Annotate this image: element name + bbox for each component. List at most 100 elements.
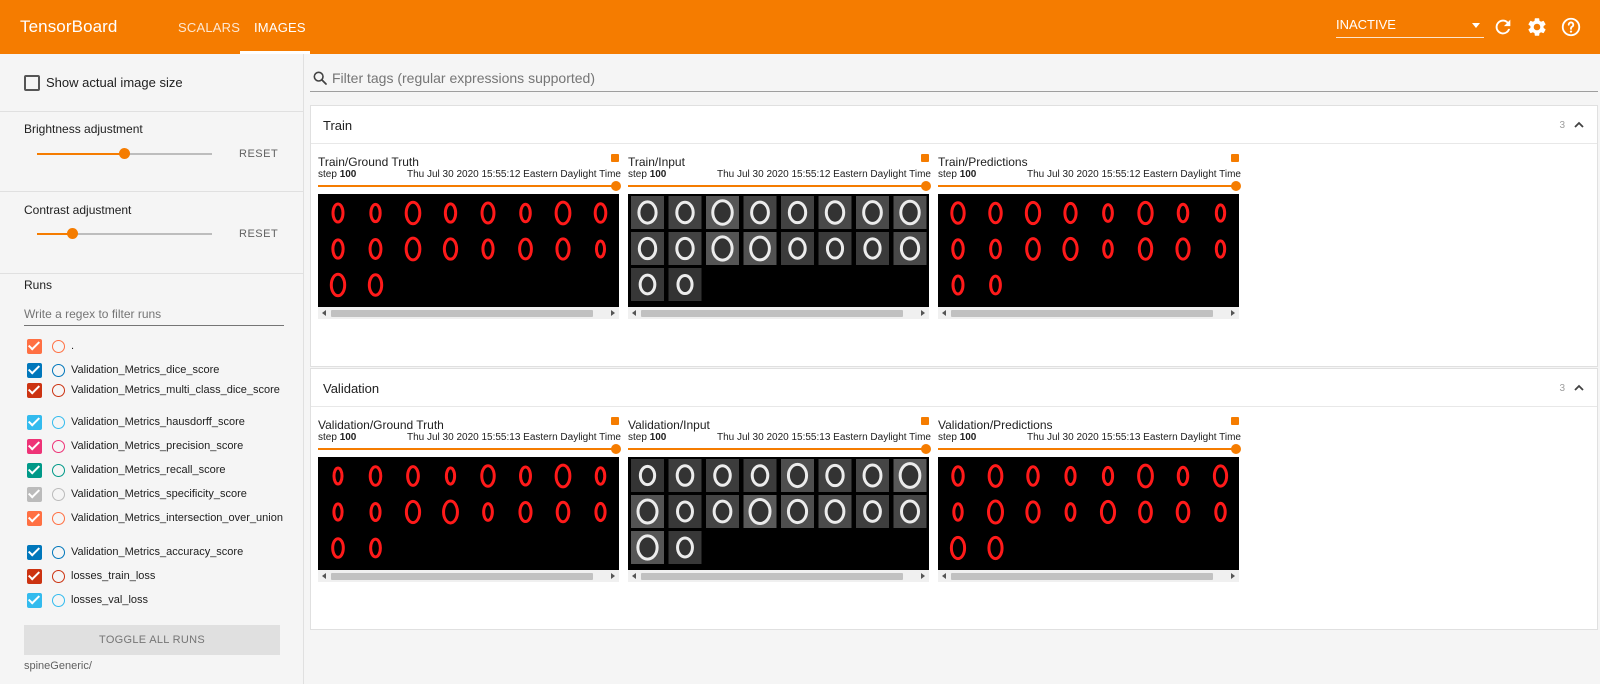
run-checkbox[interactable] (27, 363, 42, 378)
segmentation-mask (518, 500, 533, 524)
segmentation-mask (367, 273, 384, 297)
run-item[interactable]: Validation_Metrics_intersection_over_uni… (24, 508, 284, 528)
scroll-left-icon[interactable] (322, 573, 326, 579)
run-item[interactable]: Validation_Metrics_specificity_score (24, 484, 284, 504)
step-slider[interactable] (938, 444, 1241, 454)
help-icon[interactable] (1560, 16, 1582, 38)
run-checkbox[interactable] (27, 415, 42, 430)
segmentation-mask (331, 537, 345, 559)
run-item[interactable]: Validation_Metrics_multi_class_dice_scor… (24, 380, 284, 400)
horizontal-scrollbar[interactable] (938, 570, 1239, 582)
scroll-right-icon[interactable] (611, 573, 615, 579)
scroll-left-icon[interactable] (322, 310, 326, 316)
scroll-right-icon[interactable] (1231, 310, 1235, 316)
run-color-radio[interactable] (52, 594, 65, 607)
scrollbar-thumb[interactable] (331, 310, 593, 317)
toggle-all-runs-button[interactable]: TOGGLE ALL RUNS (24, 625, 280, 655)
settings-icon[interactable] (1526, 16, 1548, 38)
scroll-left-icon[interactable] (632, 310, 636, 316)
run-color-radio[interactable] (52, 440, 65, 453)
run-item[interactable]: Validation_Metrics_recall_score (24, 460, 284, 480)
run-checkbox[interactable] (27, 339, 42, 354)
scrollbar-thumb[interactable] (641, 573, 903, 580)
step-slider-thumb[interactable] (921, 444, 931, 454)
run-checkbox[interactable] (27, 383, 42, 398)
contrast-slider-thumb[interactable] (66, 228, 78, 239)
scroll-left-icon[interactable] (942, 573, 946, 579)
run-item[interactable]: Validation_Metrics_dice_score (24, 360, 284, 380)
scrollbar-thumb[interactable] (331, 573, 593, 580)
expand-icon[interactable] (611, 154, 619, 162)
run-checkbox[interactable] (27, 487, 42, 502)
step-slider-thumb[interactable] (1231, 444, 1241, 454)
step-slider-thumb[interactable] (1231, 181, 1241, 191)
scroll-right-icon[interactable] (921, 310, 925, 316)
chevron-up-icon[interactable] (1573, 382, 1585, 394)
refresh-icon[interactable] (1492, 16, 1514, 38)
step-prefix: step (628, 432, 647, 443)
segmentation-mask (1175, 500, 1191, 524)
step-slider[interactable] (318, 181, 621, 191)
horizontal-scrollbar[interactable] (318, 570, 619, 582)
tag-group-header[interactable]: Validation 3 (311, 369, 1597, 407)
scroll-right-icon[interactable] (1231, 573, 1235, 579)
horizontal-scrollbar[interactable] (318, 307, 619, 319)
run-item[interactable]: Validation_Metrics_hausdorff_score (24, 412, 284, 432)
scrollbar-thumb[interactable] (951, 573, 1213, 580)
show-actual-size-checkbox[interactable] (24, 75, 40, 91)
segmentation-mask (369, 537, 382, 559)
step-slider[interactable] (628, 444, 931, 454)
scroll-left-icon[interactable] (942, 310, 946, 316)
run-checkbox[interactable] (27, 511, 42, 526)
run-item[interactable]: . (24, 336, 284, 356)
horizontal-scrollbar[interactable] (628, 570, 929, 582)
scroll-left-icon[interactable] (632, 573, 636, 579)
run-checkbox[interactable] (27, 439, 42, 454)
run-checkbox[interactable] (27, 569, 42, 584)
expand-icon[interactable] (611, 417, 619, 425)
run-color-radio[interactable] (52, 546, 65, 559)
tag-filter-input[interactable]: Filter tags (regular expressions support… (310, 66, 1598, 92)
run-color-radio[interactable] (52, 384, 65, 397)
run-color-radio[interactable] (52, 488, 65, 501)
step-slider-thumb[interactable] (611, 181, 621, 191)
run-item[interactable]: losses_train_loss (24, 566, 284, 586)
run-color-radio[interactable] (52, 570, 65, 583)
step-slider[interactable] (318, 444, 621, 454)
run-checkbox[interactable] (27, 463, 42, 478)
expand-icon[interactable] (1231, 417, 1239, 425)
run-item[interactable]: losses_val_loss (24, 590, 284, 610)
run-color-radio[interactable] (52, 340, 65, 353)
scroll-right-icon[interactable] (611, 310, 615, 316)
scrollbar-thumb[interactable] (951, 310, 1213, 317)
chevron-up-icon[interactable] (1573, 119, 1585, 131)
run-item[interactable]: Validation_Metrics_accuracy_score (24, 542, 284, 562)
run-color-radio[interactable] (52, 364, 65, 377)
expand-icon[interactable] (921, 417, 929, 425)
run-color-radio[interactable] (52, 464, 65, 477)
step-slider[interactable] (938, 181, 1241, 191)
horizontal-scrollbar[interactable] (628, 307, 929, 319)
step-slider-thumb[interactable] (611, 444, 621, 454)
expand-icon[interactable] (921, 154, 929, 162)
tag-group-header[interactable]: Train 3 (311, 106, 1597, 144)
scroll-right-icon[interactable] (921, 573, 925, 579)
tab-scalars[interactable]: Scalars (178, 20, 240, 35)
run-color-radio[interactable] (52, 512, 65, 525)
step-slider-thumb[interactable] (921, 181, 931, 191)
runs-filter-input[interactable]: Write a regex to filter runs (24, 304, 284, 326)
run-color-radio[interactable] (52, 416, 65, 429)
brightness-slider-thumb[interactable] (119, 148, 130, 159)
scrollbar-thumb[interactable] (641, 310, 903, 317)
tab-images[interactable]: Images (254, 20, 306, 35)
horizontal-scrollbar[interactable] (938, 307, 1239, 319)
contrast-reset-button[interactable]: RESET (239, 228, 278, 240)
run-checkbox[interactable] (27, 593, 42, 608)
image-display (628, 457, 929, 570)
inactive-dashboards-select[interactable]: INACTIVE (1336, 17, 1484, 38)
run-checkbox[interactable] (27, 545, 42, 560)
expand-icon[interactable] (1231, 154, 1239, 162)
step-slider[interactable] (628, 181, 931, 191)
run-item[interactable]: Validation_Metrics_precision_score (24, 436, 284, 456)
brightness-reset-button[interactable]: RESET (239, 148, 278, 160)
